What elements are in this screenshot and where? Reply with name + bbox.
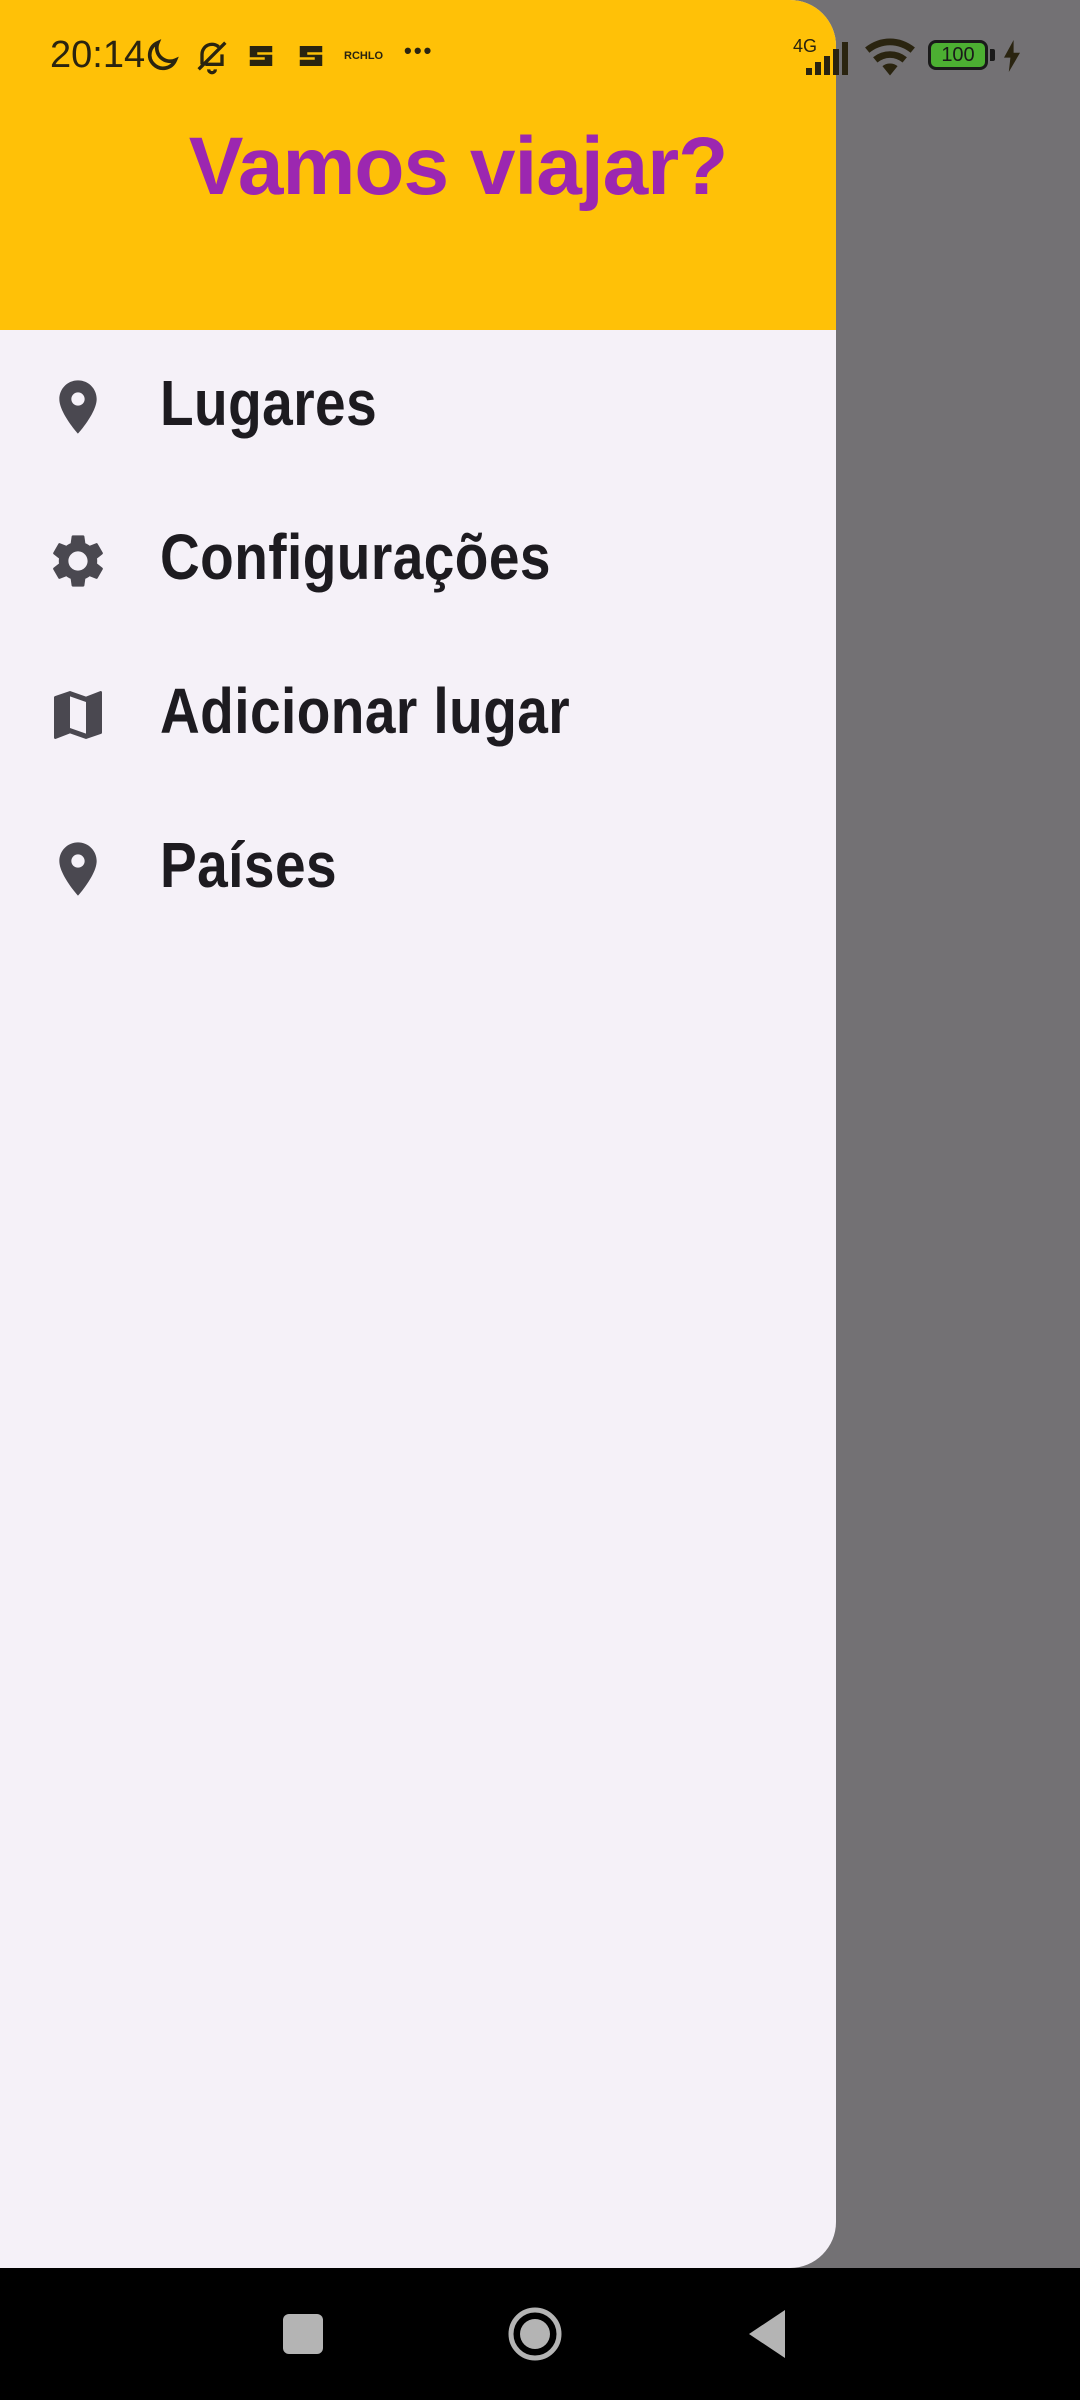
location-pin-icon — [59, 380, 97, 434]
app-notification-icon — [299, 46, 323, 66]
screen: Vamos viajar? Lugares Configurações Adic… — [0, 0, 1080, 2400]
battery-tip — [990, 49, 995, 61]
menu-item-adicionar-lugar[interactable]: Adicionar lugar — [0, 638, 836, 792]
home-button[interactable] — [495, 2294, 575, 2374]
system-navigation-bar — [0, 2268, 1080, 2400]
menu-item-label: Adicionar lugar — [160, 675, 571, 747]
moon-icon — [147, 39, 179, 71]
menu-item-label: Países — [160, 829, 338, 901]
menu-item-lugares[interactable]: Lugares — [0, 330, 836, 484]
recents-button[interactable] — [263, 2294, 343, 2374]
gear-icon — [53, 535, 103, 587]
battery-icon: 100 — [928, 40, 988, 70]
wifi-icon — [865, 38, 915, 76]
drawer-scrim[interactable] — [836, 0, 1080, 2268]
menu-item-label: Lugares — [160, 367, 378, 439]
bell-muted-icon — [197, 41, 227, 75]
navigation-drawer: Vamos viajar? Lugares Configurações Adic… — [0, 0, 836, 2268]
more-notifications-icon: • • • — [404, 38, 431, 63]
drawer-menu: Lugares Configurações Adicionar lugar Pa… — [0, 330, 836, 946]
drawer-title: Vamos viajar? — [188, 121, 729, 212]
menu-item-paises[interactable]: Países — [0, 792, 836, 946]
menu-item-label: Configurações — [160, 521, 551, 593]
location-pin-icon — [59, 842, 97, 896]
cellular-signal-icon — [806, 42, 848, 75]
app-notification-icon — [249, 46, 273, 66]
charging-bolt-icon — [1004, 40, 1020, 72]
status-small-label: RCHLO — [344, 50, 384, 62]
menu-item-configuracoes[interactable]: Configurações — [0, 484, 836, 638]
status-time: 20:14 — [50, 34, 146, 76]
map-icon — [54, 691, 102, 739]
back-button[interactable] — [727, 2294, 807, 2374]
status-bar: 20:14 RCHLO • • • 4G 100 — [0, 0, 1080, 110]
